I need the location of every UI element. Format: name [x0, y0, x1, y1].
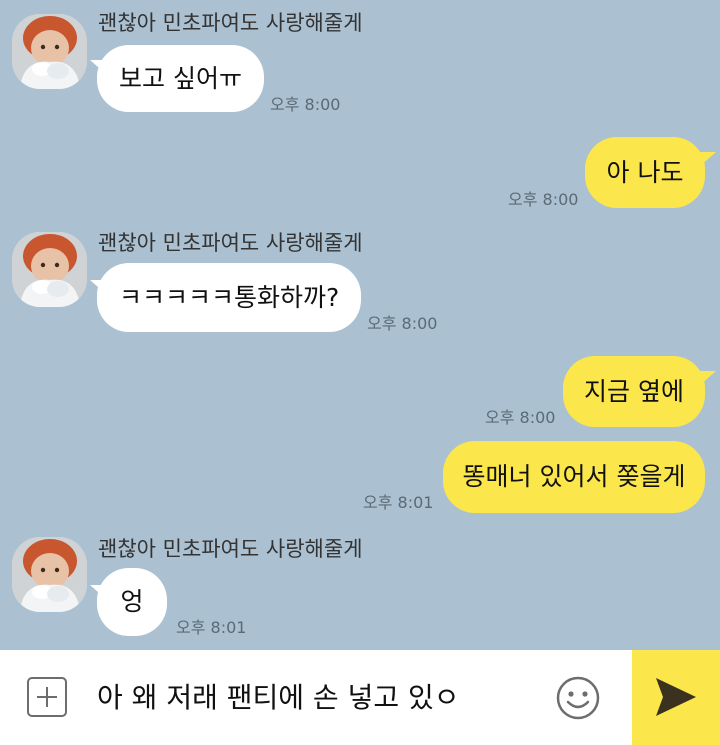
- message-time: 오후 8:00: [508, 190, 579, 209]
- sender-name: 괜찮아 민초파여도 사랑해줄게: [98, 231, 363, 255]
- outgoing-message-bubble[interactable]: 지금 옆에: [563, 356, 705, 427]
- incoming-message-bubble[interactable]: ㅋㅋㅋㅋㅋ통화하까?: [97, 263, 362, 332]
- profile-photo: [12, 14, 87, 89]
- message-time: 오후 8:00: [485, 408, 556, 427]
- outgoing-message-bubble[interactable]: 똥매너 있어서 쫒을게: [443, 441, 705, 513]
- message-time: 오후 8:00: [367, 314, 438, 333]
- sender-name: 괜찮아 민초파여도 사랑해줄게: [98, 11, 363, 35]
- profile-photo: [12, 537, 87, 612]
- send-icon: [656, 678, 696, 716]
- incoming-message-bubble[interactable]: 엉: [97, 568, 167, 636]
- message-text: ㅋㅋㅋㅋㅋ통화하까?: [119, 282, 340, 312]
- chat-area: 괜찮아 민초파여도 사랑해줄게 보고 싶어ㅠ 오후 8:00 아 나도 오후 8…: [0, 0, 720, 650]
- emoji-icon[interactable]: [555, 675, 601, 721]
- avatar[interactable]: [12, 232, 87, 307]
- message-input[interactable]: 아 왜 저래 팬티에 손 넣고 있ㅇ: [97, 677, 537, 719]
- profile-photo: [12, 232, 87, 307]
- avatar[interactable]: [12, 14, 87, 89]
- sender-name: 괜찮아 민초파여도 사랑해줄게: [98, 537, 363, 561]
- message-time: 오후 8:01: [176, 618, 247, 637]
- plus-icon[interactable]: [27, 677, 67, 717]
- incoming-message-bubble[interactable]: 보고 싶어ㅠ: [97, 45, 264, 112]
- send-button[interactable]: [632, 650, 720, 745]
- avatar[interactable]: [12, 537, 87, 612]
- message-text: 지금 옆에: [584, 376, 684, 406]
- message-time: 오후 8:01: [363, 493, 434, 512]
- message-composer: 아 왜 저래 팬티에 손 넣고 있ㅇ: [0, 650, 720, 745]
- message-text: 엉: [120, 587, 144, 616]
- message-text: 아 나도: [606, 157, 684, 187]
- message-time: 오후 8:00: [270, 95, 341, 114]
- message-text: 똥매너 있어서 쫒을게: [462, 462, 686, 491]
- outgoing-message-bubble[interactable]: 아 나도: [585, 137, 705, 208]
- message-text: 보고 싶어ㅠ: [119, 63, 242, 93]
